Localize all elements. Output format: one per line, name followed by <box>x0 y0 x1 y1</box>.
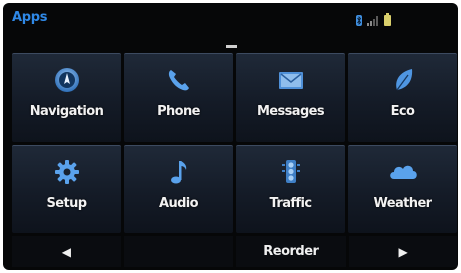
bluetooth-icon <box>356 15 362 26</box>
app-label-eco: Eco <box>390 104 415 119</box>
signal-strength-icon <box>367 16 378 26</box>
app-tile-phone[interactable]: Phone <box>124 53 233 142</box>
app-label-traffic: Traffic <box>269 195 313 211</box>
apps-screen: Apps Navigation Phone Messages Eco Setup… <box>3 3 458 270</box>
reorder-button[interactable]: Reorder <box>235 236 347 267</box>
traffic-light-icon <box>274 157 308 187</box>
app-label-navigation: Navigation <box>29 104 104 119</box>
gear-icon <box>50 157 84 187</box>
phone-icon <box>162 65 196 95</box>
app-label-messages: Messages <box>256 104 325 119</box>
app-tile-setup[interactable]: Setup <box>12 144 121 233</box>
status-bar <box>356 12 391 26</box>
app-tile-eco[interactable]: Eco <box>348 53 457 142</box>
app-label-setup: Setup <box>46 195 88 211</box>
app-tile-weather[interactable]: Weather <box>348 144 457 233</box>
app-tile-audio[interactable]: Audio <box>124 144 233 233</box>
bottom-bar: ◀ Reorder ▶ <box>12 236 457 267</box>
chevron-right-icon: ▶ <box>398 244 408 259</box>
page-title: Apps <box>12 10 48 25</box>
navigation-icon <box>50 65 84 95</box>
next-page-button[interactable]: ▶ <box>349 236 457 267</box>
battery-icon <box>384 13 391 26</box>
app-tile-traffic[interactable]: Traffic <box>236 144 345 233</box>
apps-grid: Navigation Phone Messages Eco Setup Audi… <box>12 53 457 233</box>
page-indicator <box>226 45 237 48</box>
previous-page-button[interactable]: ◀ <box>12 236 121 267</box>
app-label-phone: Phone <box>157 104 200 119</box>
app-label-weather: Weather <box>373 195 433 211</box>
eco-leaf-icon <box>386 65 420 95</box>
bottom-bar-empty-slot <box>123 236 233 267</box>
chevron-left-icon: ◀ <box>61 244 71 259</box>
app-tile-navigation[interactable]: Navigation <box>12 53 121 142</box>
app-tile-messages[interactable]: Messages <box>236 53 345 142</box>
messages-icon <box>274 65 308 95</box>
cloud-icon <box>386 157 420 187</box>
music-note-icon <box>162 157 196 187</box>
app-label-audio: Audio <box>158 195 199 211</box>
